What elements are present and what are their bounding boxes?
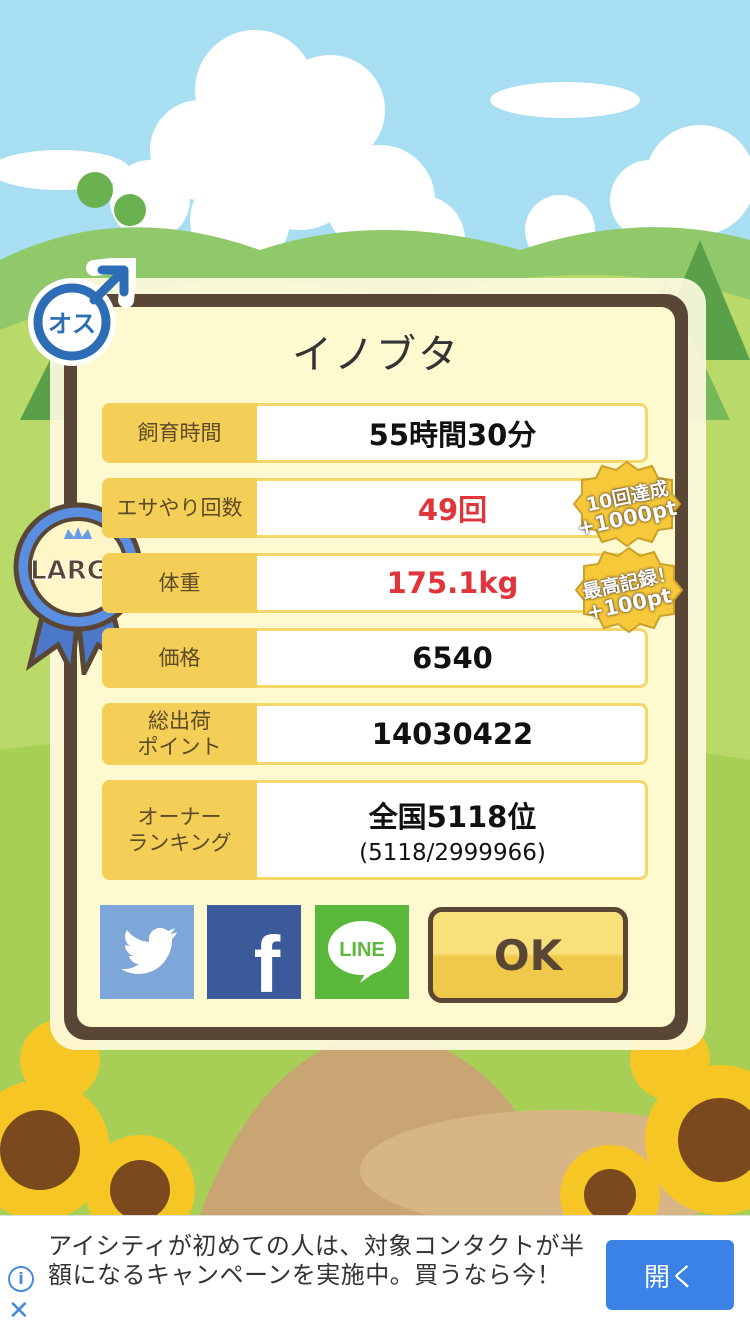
stat-row-owner-ranking: オーナー ランキング 全国5118位 (5118/2999966) (102, 780, 648, 880)
facebook-f-icon: f (253, 920, 281, 1009)
ad-text: アイシティが初めての人は、対象コンタクトが半額になるキャンペーンを実施中。買うな… (48, 1232, 585, 1289)
stat-row-feed-count: エサやり回数 49回 (102, 478, 648, 538)
ranking-detail: (5118/2999966) (359, 840, 546, 866)
stat-value: 6540 (412, 641, 493, 675)
stat-row-price: 価格 6540 (102, 628, 648, 688)
stat-label: 総出荷 ポイント (102, 703, 257, 765)
twitter-share-button[interactable] (100, 905, 194, 999)
line-label: LINE (339, 939, 385, 961)
stat-row-weight: 体重 175.1kg (102, 553, 648, 613)
ad-info-icon[interactable]: i (8, 1266, 34, 1292)
stat-value: 55時間30分 (368, 418, 537, 452)
stat-label: エサやり回数 (102, 478, 257, 538)
pig-name-title: イノブタ (292, 332, 460, 378)
ad-banner[interactable]: i ✕ アイシティが初めての人は、対象コンタクトが半額になるキャンペーンを実施中… (0, 1215, 750, 1335)
ok-button[interactable]: OK (428, 907, 628, 1003)
stat-label: 価格 (102, 628, 257, 688)
ranking-value: 全国5118位 (368, 800, 537, 834)
line-share-button[interactable]: LINE (315, 905, 409, 999)
line-bubble-icon: LINE (328, 921, 396, 983)
stat-value: 14030422 (371, 717, 534, 751)
twitter-bird-icon (121, 928, 177, 974)
stat-row-feeding-time: 飼育時間 55時間30分 (102, 403, 648, 463)
bonus-seal-record: 最高記録！ +100pt (574, 544, 684, 636)
male-gender-badge: オス (24, 254, 140, 370)
stat-label: 体重 (102, 553, 257, 613)
ad-close-icon[interactable]: ✕ (8, 1296, 30, 1326)
ad-open-button[interactable]: 開く (606, 1240, 734, 1310)
bonus-seal-feed: 10回達成 +1000pt (572, 458, 682, 550)
facebook-share-button[interactable]: f (207, 905, 301, 1005)
stat-label: 飼育時間 (102, 403, 257, 463)
stat-value-block: 全国5118位 (5118/2999966) (257, 780, 648, 880)
gender-badge-label: オス (48, 310, 96, 338)
stat-row-total-points: 総出荷 ポイント 14030422 (102, 703, 648, 765)
stat-label: オーナー ランキング (102, 780, 257, 880)
